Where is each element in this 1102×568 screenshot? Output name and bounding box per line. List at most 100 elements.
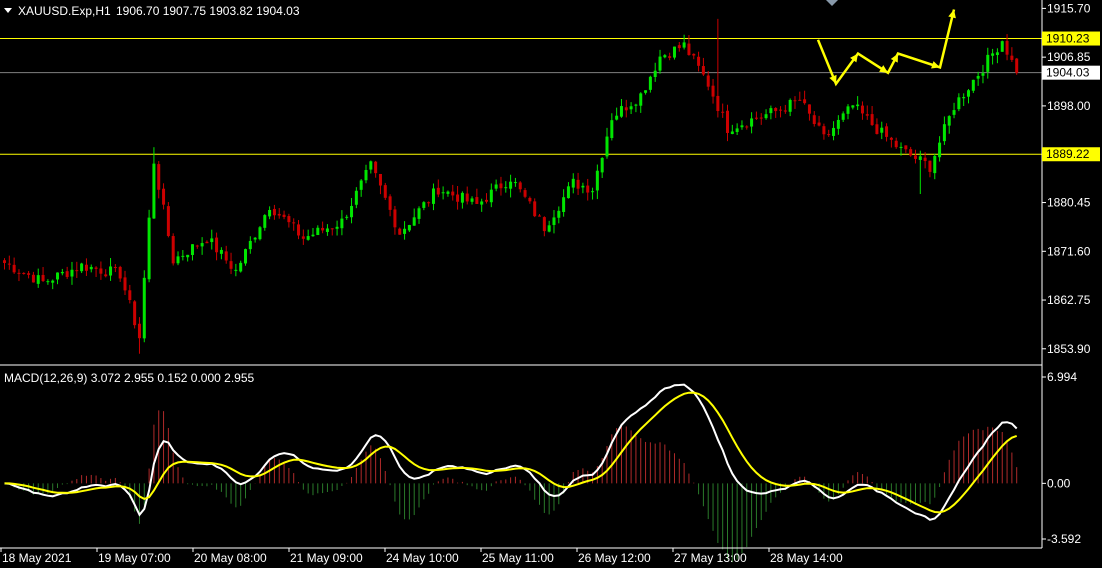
candle-body — [244, 249, 247, 264]
candle-body — [277, 213, 281, 216]
candle-body — [268, 209, 272, 217]
candle-body — [600, 157, 604, 173]
candle-body — [456, 194, 460, 202]
candle-body — [1005, 40, 1009, 55]
time-axis[interactable]: 18 May 2021 19 May 07:00 20 May 08:00 21 Ma… — [0, 547, 1042, 565]
candle-body — [716, 95, 720, 112]
candle-body — [364, 169, 368, 181]
trading-chart[interactable]: XAUUSD.Exp,H1 1906.70 1907.75 1903.82 19… — [0, 0, 1102, 568]
candle-body — [470, 198, 474, 202]
candle-body — [354, 190, 358, 205]
candle-body — [730, 131, 734, 135]
candle-body — [566, 186, 570, 199]
candle-body — [788, 99, 792, 112]
candle-body — [253, 237, 257, 240]
candle-body — [219, 249, 223, 254]
collapse-arrow-icon[interactable] — [4, 8, 12, 13]
candle-body — [181, 255, 185, 257]
level-price-label: 1889.22 — [1046, 147, 1090, 161]
macd-panel[interactable]: MACD(12,26,9) 3.072 2.955 0.152 0.000 2.… — [0, 364, 1042, 563]
candle-body — [774, 108, 778, 112]
candle-body — [860, 105, 864, 114]
candle-body — [913, 155, 917, 159]
candle-body — [832, 127, 836, 136]
candle-body — [759, 117, 763, 119]
candle-body — [687, 43, 691, 55]
candle-body — [779, 109, 783, 111]
candle-body — [509, 181, 513, 189]
candle-body — [166, 206, 170, 236]
candle-body — [403, 228, 407, 234]
macd-axis[interactable]: 6.994 0.00 -3.592 — [1042, 370, 1081, 546]
candle-body — [12, 264, 16, 273]
candle-body — [962, 97, 966, 99]
price-axis[interactable]: 1915.70 1906.85 1898.00 1889.22 1880.45 1871.… — [1041, 0, 1100, 548]
candle-body — [648, 76, 652, 90]
time-tick-label: 27 May 13:00 — [674, 551, 747, 565]
candle-body — [629, 106, 633, 110]
candle-body — [378, 173, 382, 186]
candle-body — [123, 277, 127, 291]
candle-body — [557, 210, 561, 218]
candle-body — [706, 75, 710, 87]
candle-body — [750, 118, 754, 127]
candle-body — [672, 46, 676, 58]
macd-tick-label: 0.00 — [1047, 476, 1071, 490]
candle-body — [803, 99, 807, 104]
candle-body — [292, 222, 296, 224]
candle-body — [27, 273, 31, 275]
candle-body — [692, 53, 696, 56]
candle-body — [104, 274, 108, 277]
candle-body — [190, 244, 194, 256]
candle-body — [938, 142, 942, 158]
candle-body — [745, 126, 749, 128]
candle-body — [393, 209, 397, 228]
candle-body — [142, 277, 146, 339]
candle-body — [89, 266, 93, 270]
candle-body — [99, 268, 103, 274]
candle-body — [547, 225, 551, 232]
candle-body — [682, 42, 686, 48]
candle-body — [412, 217, 416, 226]
candle-body — [7, 263, 11, 265]
candle-body — [701, 66, 705, 75]
candle-body — [205, 241, 209, 244]
candle-body — [417, 208, 421, 219]
price-tick-label: 1915.70 — [1047, 1, 1091, 15]
price-panel[interactable]: XAUUSD.Exp,H1 1906.70 1907.75 1903.82 19… — [0, 4, 1042, 354]
candle-body — [793, 100, 797, 102]
candle-body — [272, 208, 276, 216]
candle-body — [229, 261, 233, 269]
candle-body — [909, 149, 913, 156]
candle-body — [383, 185, 387, 198]
candle-body — [398, 228, 402, 235]
candle-body — [113, 267, 117, 269]
candle-body — [542, 217, 546, 232]
candle-body — [836, 119, 840, 129]
candle-body — [967, 90, 970, 97]
candle-body — [841, 113, 845, 120]
candle-body — [899, 146, 903, 148]
time-tick-label: 25 May 11:00 — [482, 551, 554, 565]
candle-body — [817, 122, 821, 126]
candle-body — [735, 128, 739, 133]
candle-body — [480, 201, 484, 205]
candle-body — [798, 99, 802, 101]
candle-body — [84, 264, 88, 271]
candle-body — [605, 136, 609, 157]
price-tick-label: 1906.85 — [1047, 50, 1091, 64]
candle-body — [431, 188, 435, 204]
time-tick-label: 24 May 10:00 — [386, 551, 459, 565]
level-price-label: 1904.03 — [1046, 66, 1090, 80]
candle-body — [330, 228, 334, 230]
candle-body — [147, 217, 151, 280]
candle-body — [576, 179, 580, 189]
shift-marker-icon[interactable] — [826, 0, 838, 6]
candle-body — [422, 202, 426, 208]
time-tick-label: 20 May 08:00 — [194, 551, 267, 565]
candle-body — [350, 205, 354, 218]
candle-body — [518, 182, 522, 190]
macd-tick-label: 6.994 — [1047, 370, 1077, 384]
candle-body — [494, 184, 498, 189]
candle-body — [51, 280, 55, 283]
